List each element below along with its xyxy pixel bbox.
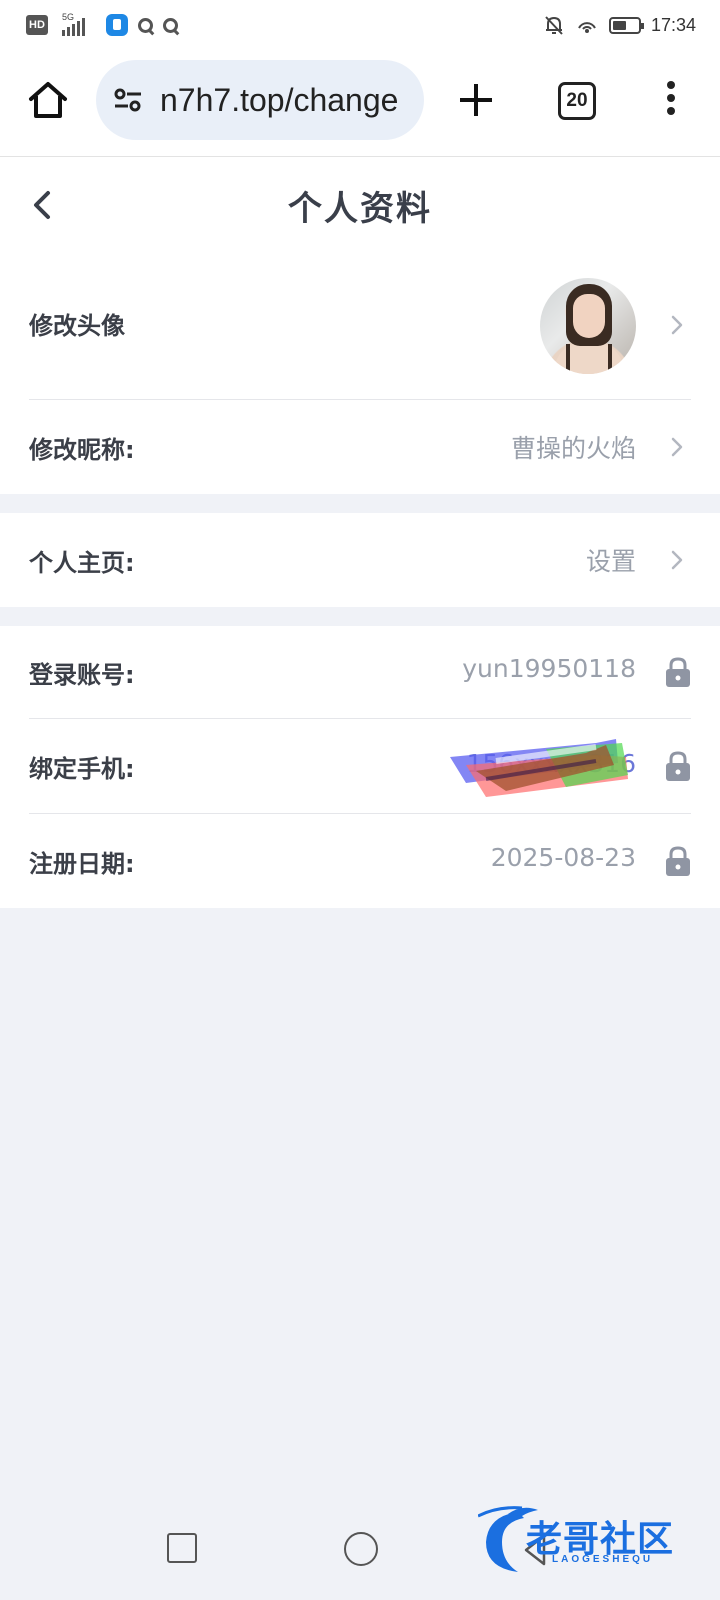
phone-row: 绑定手机: 156xxxxx316 (0, 719, 720, 813)
nickname-value: 曹操的火焰 (510, 434, 636, 463)
more-vert-icon[interactable] (661, 81, 681, 121)
account-label: 登录账号: (29, 661, 135, 689)
profile-basic-card: 修改头像 修改昵称: 曹操的火焰 (0, 250, 720, 494)
address-bar[interactable]: n7h7.top/change (96, 60, 424, 140)
status-icons-left: HD 5G (26, 12, 178, 36)
status-icons-right: 17:34 (543, 14, 696, 36)
phone-label: 绑定手机: (29, 755, 135, 783)
hd-icon: HD (26, 15, 48, 35)
plus-icon[interactable] (454, 78, 498, 122)
chevron-right-icon (671, 315, 683, 335)
clock: 17:34 (650, 14, 696, 35)
home-nav-icon[interactable] (344, 1532, 378, 1566)
account-row: 登录账号: yun19950118 (0, 626, 720, 718)
lock-icon (666, 846, 690, 876)
homepage-value: 设置 (585, 547, 636, 576)
tune-icon[interactable] (112, 84, 144, 116)
account-value: yun19950118 (462, 654, 636, 683)
account-card: 登录账号: yun19950118 绑定手机: 156xxxxx316 注册日期… (0, 626, 720, 908)
tabs-icon[interactable]: 20 (558, 82, 596, 120)
homepage-card: 个人主页: 设置 (0, 513, 720, 607)
avatar-row[interactable]: 修改头像 (0, 250, 720, 400)
nickname-row[interactable]: 修改昵称: 曹操的火焰 (0, 400, 720, 494)
nickname-label: 修改昵称: (29, 436, 135, 464)
avatar-label: 修改头像 (29, 312, 125, 340)
home-icon[interactable] (26, 78, 70, 122)
watermark-logo: 老哥社区 LAOGESHEQU (478, 1502, 708, 1580)
redaction-scribble (450, 739, 628, 797)
watermark-subtext: LAOGESHEQU (552, 1554, 654, 1565)
signal-icon: 5G (58, 12, 96, 36)
homepage-row[interactable]: 个人主页: 设置 (0, 513, 720, 607)
app-notification-icon (106, 14, 128, 36)
recent-apps-icon[interactable] (167, 1533, 197, 1563)
chevron-right-icon (671, 437, 683, 457)
page-title: 个人资料 (288, 189, 432, 229)
page-header: 个人资料 (0, 157, 720, 254)
battery-icon (608, 16, 644, 34)
browser-toolbar: n7h7.top/change 20 (0, 56, 720, 157)
chevron-right-icon (671, 550, 683, 570)
bell-muted-icon (545, 16, 563, 35)
lock-icon (666, 751, 690, 781)
avatar[interactable] (540, 278, 636, 374)
hotspot-icon (578, 22, 596, 33)
homepage-label: 个人主页: (29, 549, 135, 577)
register-date-row: 注册日期: 2025-08-23 (0, 814, 720, 908)
qq-notification-icon (138, 17, 153, 33)
url-text[interactable]: n7h7.top/change (160, 82, 408, 119)
register-date-label: 注册日期: (29, 850, 135, 878)
status-bar: HD 5G 17:34 (0, 0, 720, 56)
lock-icon (666, 657, 690, 687)
qq-notification-icon-2 (163, 17, 178, 33)
register-date-value: 2025-08-23 (490, 843, 636, 872)
